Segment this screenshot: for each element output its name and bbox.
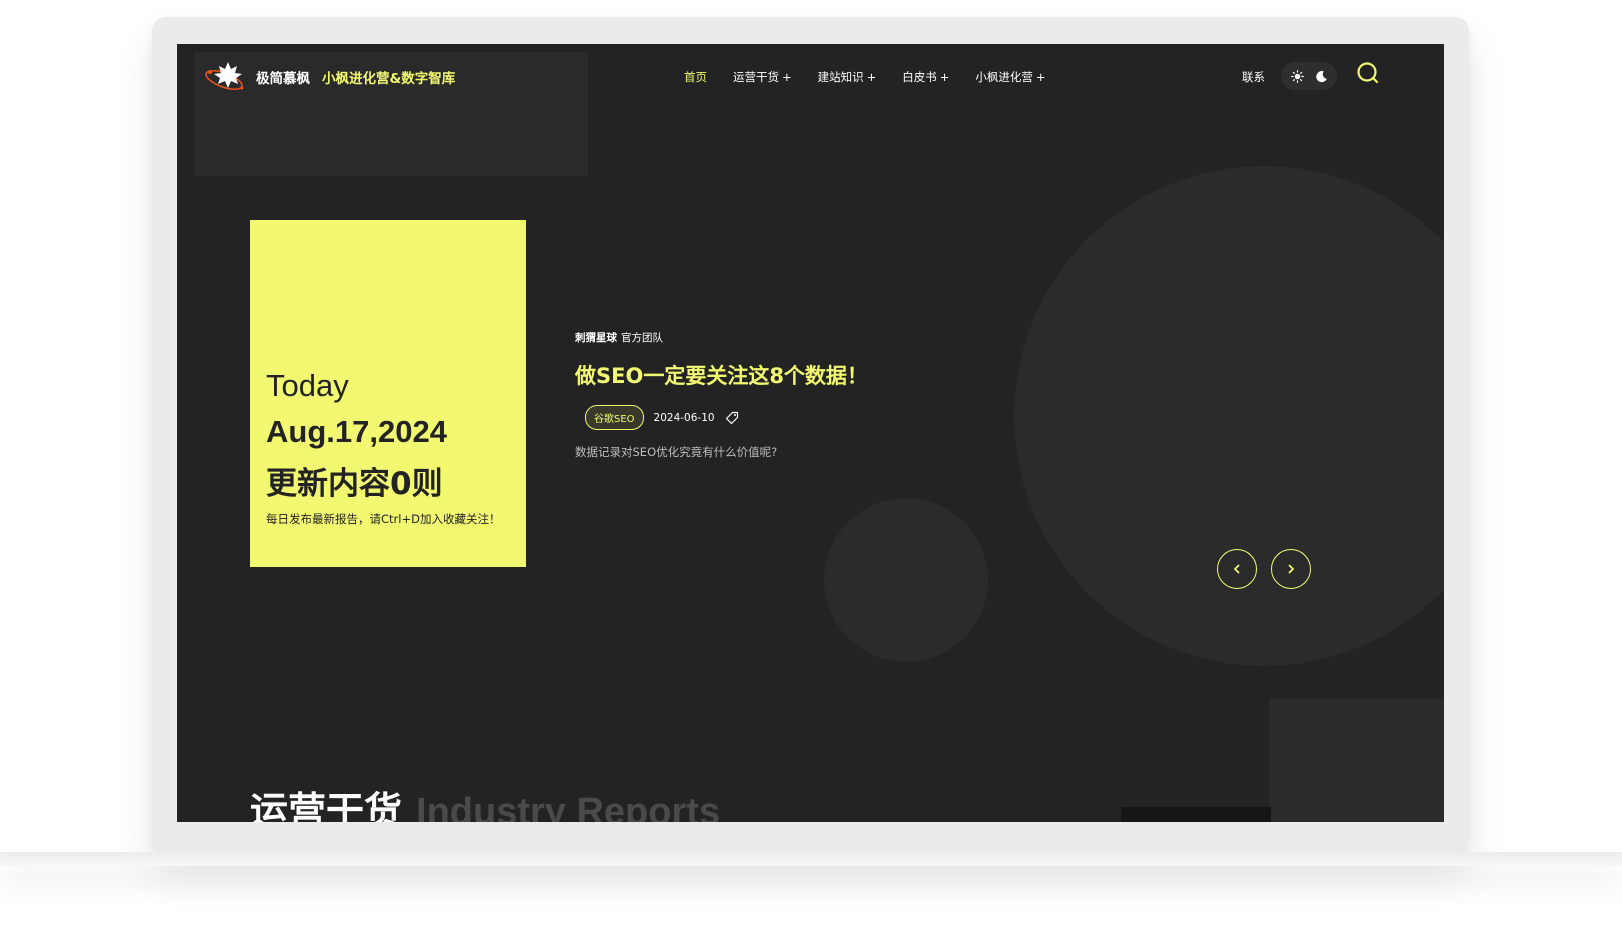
expand-plus-icon: +	[1035, 70, 1046, 84]
post-excerpt: 数据记录对SEO优化究竟有什么价值呢?	[575, 445, 778, 459]
category-tag[interactable]: 谷歌SEO	[585, 405, 644, 430]
search-icon[interactable]	[1355, 60, 1381, 86]
nav-item-camp[interactable]: 小枫进化营 +	[975, 69, 1045, 85]
nav-label: 白皮书	[902, 70, 937, 84]
post-author-meta: 刺猬星球 官方团队	[575, 330, 663, 345]
post-date: 2024-06-10	[653, 411, 715, 424]
nav-item-home[interactable]: 首页	[684, 69, 707, 85]
section-title-en: Industry Reports	[416, 791, 721, 822]
nav-label: 小枫进化营	[975, 70, 1033, 84]
theme-toggle[interactable]	[1281, 62, 1337, 90]
slider-next-button[interactable]	[1271, 549, 1311, 589]
post-info-row: 谷歌SEO 2024-06-10	[585, 405, 739, 430]
section-heading: 运营干货 Industry Reports	[250, 780, 720, 822]
decorative-circle-large	[1014, 166, 1444, 666]
nav-item-operations[interactable]: 运营干货 +	[733, 69, 792, 85]
today-label: Today	[266, 368, 349, 403]
update-count: 更新内容0则	[266, 466, 443, 502]
site-logo[interactable]: 极简慕枫 小枫进化营&数字智库	[204, 58, 455, 96]
browser-viewport: 极简慕枫 小枫进化营&数字智库 首页 运营干货 + 建站知识 + 白皮书 + 小枫进化…	[177, 44, 1444, 822]
tag-icon[interactable]	[725, 411, 739, 425]
nav-item-site-building[interactable]: 建站知识 +	[818, 69, 877, 85]
site-header: 极简慕枫 小枫进化营&数字智库 首页 运营干货 + 建站知识 + 白皮书 + 小枫进化…	[177, 44, 1444, 110]
moon-icon[interactable]	[1313, 68, 1329, 84]
post-author[interactable]: 刺猬星球	[575, 332, 617, 344]
sun-icon[interactable]	[1289, 68, 1305, 84]
slider-prev-button[interactable]	[1217, 549, 1257, 589]
decorative-block	[1269, 698, 1444, 822]
nav-label: 首页	[684, 70, 707, 84]
chevron-right-icon	[1288, 564, 1294, 574]
featured-post-title[interactable]: 做SEO一定要关注这8个数据！	[575, 360, 868, 390]
brand-tagline: 小枫进化营&数字智库	[322, 71, 456, 87]
expand-plus-icon: +	[782, 70, 792, 84]
chevron-left-icon	[1234, 564, 1240, 574]
expand-plus-icon: +	[866, 70, 877, 84]
nav-item-whitepaper[interactable]: 白皮书 +	[902, 69, 949, 85]
decorative-strip	[1121, 807, 1271, 822]
contact-link[interactable]: 联系	[1242, 69, 1265, 85]
brand-name: 极简慕枫	[256, 71, 310, 87]
today-date: Aug.17,2024	[266, 414, 447, 449]
bookmark-note: 每日发布最新报告，请Ctrl+D加入收藏关注！	[266, 512, 501, 526]
today-update-card: Today Aug.17,2024 更新内容0则 每日发布最新报告，请Ctrl+…	[250, 220, 526, 567]
decorative-circle-small	[824, 498, 988, 662]
laptop-base	[0, 852, 1622, 866]
maple-leaf-logo-icon	[205, 62, 244, 91]
nav-label: 建站知识	[817, 70, 864, 84]
expand-plus-icon: +	[939, 70, 950, 84]
main-nav: 首页 运营干货 + 建站知识 + 白皮书 + 小枫进化营 +	[684, 69, 1046, 85]
section-title-zh: 运营干货	[250, 789, 403, 822]
nav-label: 运营干货	[733, 70, 779, 84]
post-team: 官方团队	[621, 332, 663, 344]
